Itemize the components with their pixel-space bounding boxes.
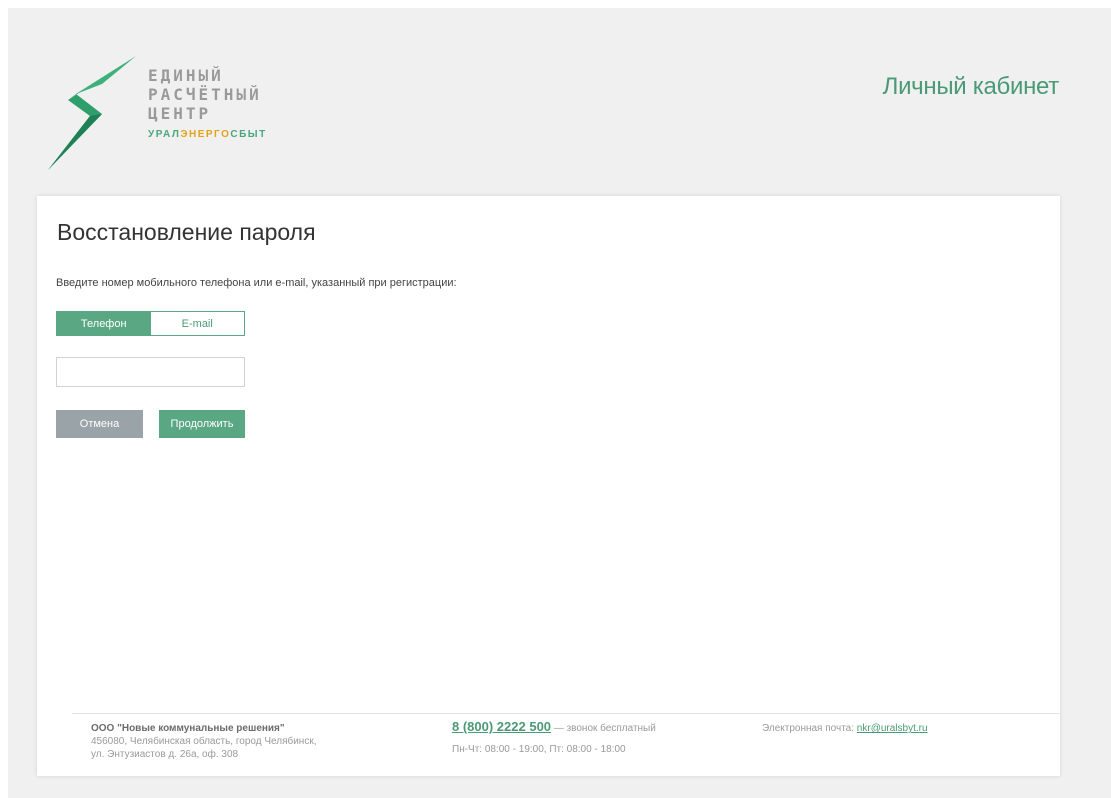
company-name-text: ООО "Новые коммунальные решения"	[91, 723, 285, 734]
logo-lightning-icon	[48, 56, 136, 170]
password-recovery-card: Восстановление пароля Введите номер моби…	[37, 196, 1060, 776]
logo-subtitle-part: СБЫТ	[230, 129, 267, 140]
logo-subtitle-part: ЭНЕРГО	[180, 129, 231, 140]
instruction-text: Введите номер мобильного телефона или e-…	[56, 277, 457, 289]
working-hours: Пн-Чт: 08:00 - 19:00, Пт: 08:00 - 18:00	[452, 744, 626, 755]
phone-note: — звонок бесплатный	[551, 723, 656, 734]
email-label: Электронная почта:	[762, 723, 857, 734]
continue-button[interactable]: Продолжить	[159, 410, 245, 438]
logo[interactable]: ЕДИНЫЙ РАСЧЁТНЫЙ ЦЕНТР УРАЛЭНЕРГОСБЫТ	[46, 54, 306, 174]
cancel-button[interactable]: Отмена	[56, 410, 143, 438]
logo-line: ЦЕНТР	[148, 104, 212, 123]
phone-input[interactable]	[56, 357, 245, 387]
logo-subtitle: УРАЛЭНЕРГОСБЫТ	[148, 129, 267, 140]
footer: ООО "Новые коммунальные решения" 456080,…	[72, 713, 1060, 777]
tab-phone[interactable]: Телефон	[57, 312, 151, 335]
logo-line: РАСЧЁТНЫЙ	[148, 85, 262, 104]
footer-phone: 8 (800) 2222 500 — звонок бесплатный Пн-…	[452, 720, 656, 756]
company-address-line: ул. Энтузиастов д. 26а, оф. 308	[91, 749, 239, 760]
cabinet-title: Личный кабинет	[882, 73, 1060, 100]
company-address-line: 456080, Челябинская область, город Челяб…	[91, 736, 317, 747]
page-title: Восстановление пароля	[57, 219, 316, 245]
company-name: ООО "Новые коммунальные решения"	[91, 722, 316, 735]
tab-email[interactable]: E-mail	[150, 312, 244, 335]
logo-line: ЕДИНЫЙ	[148, 66, 224, 85]
email-link[interactable]: nkr@uralsbyt.ru	[857, 723, 928, 734]
footer-email: Электронная почта: nkr@uralsbyt.ru	[762, 722, 928, 735]
contact-type-tabs: Телефон E-mail	[56, 311, 245, 336]
phone-link[interactable]: 8 (800) 2222 500	[452, 719, 551, 734]
footer-company: ООО "Новые коммунальные решения" 456080,…	[91, 722, 316, 761]
logo-text: ЕДИНЫЙ РАСЧЁТНЫЙ ЦЕНТР УРАЛЭНЕРГОСБЫТ	[148, 66, 267, 140]
logo-subtitle-part: УРАЛ	[148, 129, 181, 140]
